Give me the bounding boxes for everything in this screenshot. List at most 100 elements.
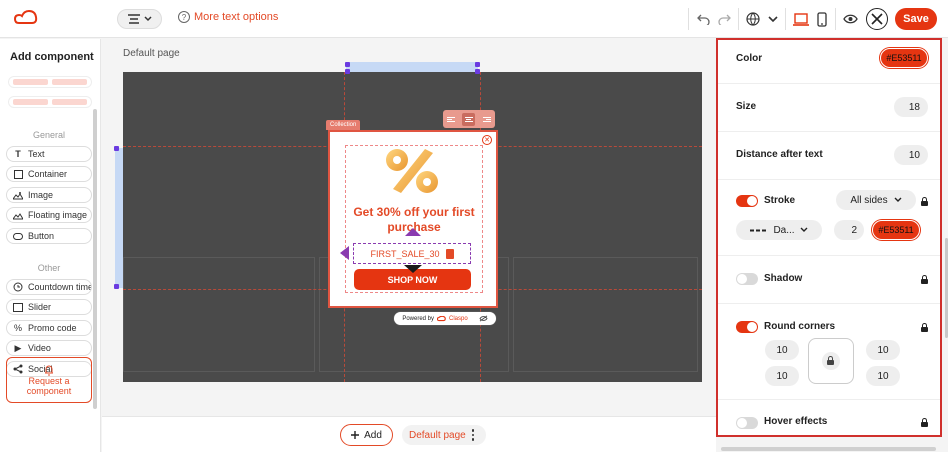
move-down-arrow[interactable] [404,265,422,273]
chevron-down-icon [894,197,902,202]
resize-handle-top[interactable] [346,62,478,72]
add-page-button[interactable]: Add [340,424,393,446]
resize-handle-dot[interactable] [345,62,350,67]
bell-icon [45,365,53,376]
more-vertical-icon[interactable] [471,429,475,441]
close-icon [871,13,883,25]
stroke-color-button[interactable]: #E53511 [872,220,920,240]
sidebar-item-container[interactable]: Container [6,166,92,182]
chevron-down-icon [143,16,152,22]
template-preset[interactable] [8,76,92,88]
sidebar-item-text[interactable]: T Text [6,146,92,162]
text-align-dropdown[interactable] [117,9,162,29]
eye-off-icon[interactable] [479,315,488,322]
align-left-icon[interactable] [445,113,458,126]
copy-icon[interactable] [445,248,454,259]
sidebar-item-slider[interactable]: Slider [6,299,92,315]
resize-handle-dot[interactable] [345,69,350,74]
group-label-other: Other [37,263,61,273]
lock-icon [921,323,928,332]
stroke-width-input[interactable]: 2 [834,220,864,240]
property-row-hover: Hover effects [718,400,940,435]
mobile-view-icon[interactable] [813,10,831,28]
timer-icon [13,282,23,292]
more-text-options-link[interactable]: ? More text options [178,11,278,23]
toolbar-divider [785,8,786,30]
stroke-toggle[interactable] [736,195,758,207]
canvas-background-block [513,257,698,372]
play-icon: ▶ [14,342,22,353]
sidebar-item-promo-code[interactable]: % Promo code [6,320,92,336]
property-row-shadow: Shadow [718,256,940,304]
size-input[interactable]: 18 [894,97,928,117]
save-button[interactable]: Save [895,8,937,30]
sidebar-item-button[interactable]: Button [6,228,92,244]
corner-bottom-left-input[interactable]: 10 [765,366,799,386]
lock-icon [921,418,928,427]
desktop-view-icon[interactable] [792,10,810,28]
property-row-stroke: Stroke All sides Da... 2 #E53511 [718,180,940,256]
chevron-down-icon[interactable] [764,10,782,28]
horizontal-scrollbar[interactable] [721,447,936,451]
corner-top-right-input[interactable]: 10 [866,340,900,360]
promo-code-text: FIRST_SALE_30 [370,248,440,259]
resize-handle-dot[interactable] [475,62,480,67]
align-center-icon[interactable] [462,112,476,126]
property-row-distance: Distance after text 10 [718,132,940,180]
move-left-arrow[interactable] [340,246,349,260]
promo-code-field[interactable]: FIRST_SALE_30 [353,243,471,264]
sidebar-title: Add component [10,51,94,63]
shadow-toggle[interactable] [736,273,758,285]
text-icon: T [15,149,21,159]
popup-close-icon[interactable]: ✕ [482,135,492,145]
property-row-size: Size 18 [718,84,940,132]
resize-handle-dot[interactable] [475,69,480,74]
stroke-sides-dropdown[interactable]: All sides [836,190,916,210]
sidebar-item-countdown[interactable]: Countdown timer [6,279,92,295]
request-component-button[interactable]: Request a component [6,357,92,403]
button-icon [13,231,23,241]
property-row-color: Color #E53511 [718,40,940,84]
lock-icon [921,275,928,284]
sidebar-item-image[interactable]: Image [6,187,92,203]
redo-icon[interactable] [715,10,733,28]
template-preset[interactable] [8,96,92,108]
more-options-label: More text options [194,11,279,23]
round-corners-toggle[interactable] [736,321,758,333]
image-icon [13,190,23,200]
collection-tag[interactable]: Collection [326,120,361,130]
toolbar-divider [835,8,836,30]
floating-image-icon [13,210,23,220]
dashed-line-icon [750,229,769,231]
color-picker-button[interactable]: #E53511 [880,48,928,68]
page-tab-default[interactable]: Default page [402,425,486,445]
plus-icon [351,431,360,439]
undo-icon[interactable] [694,10,712,28]
resize-handle-left[interactable] [115,148,123,288]
hover-effects-toggle[interactable] [736,417,758,429]
corner-lock-icon [822,352,840,370]
corner-link-toggle[interactable] [808,338,854,384]
align-right-icon[interactable] [480,113,493,126]
sidebar-item-floating-image[interactable]: Floating image [6,207,92,223]
lock-icon [921,197,928,206]
stroke-style-dropdown[interactable]: Da... [736,220,822,240]
claspo-logo[interactable] [14,9,38,29]
corner-top-left-input[interactable]: 10 [765,340,799,360]
resize-handle-dot[interactable] [114,146,119,151]
resize-handle-dot[interactable] [114,284,119,289]
align-center-icon [127,14,140,24]
toolbar-divider [738,8,739,30]
alignment-tools[interactable] [443,110,495,128]
claspo-mini-logo [437,315,446,321]
globe-icon[interactable] [744,10,762,28]
sidebar-scrollbar[interactable] [93,109,97,409]
percent-illustration [386,149,438,193]
close-editor-button[interactable] [866,8,888,30]
sidebar-item-video[interactable]: ▶ Video [6,340,92,356]
corner-bottom-right-input[interactable]: 10 [866,366,900,386]
preview-eye-icon[interactable] [841,10,859,28]
percent-icon: % [13,323,22,333]
distance-input[interactable]: 10 [894,145,928,165]
move-up-arrow[interactable] [405,228,421,236]
